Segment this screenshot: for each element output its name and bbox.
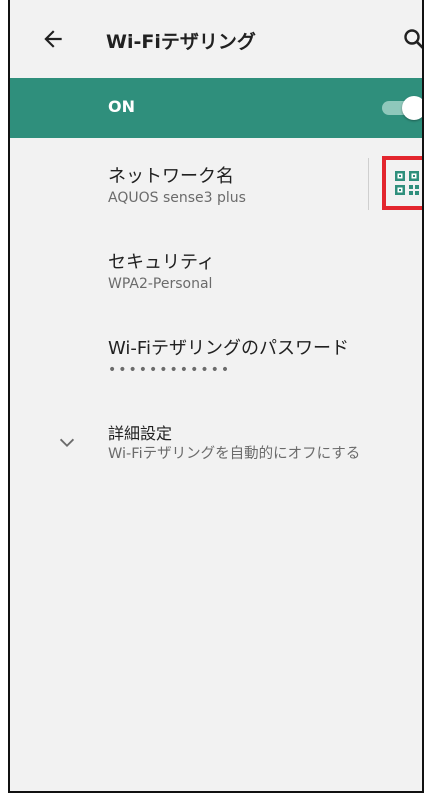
security-row[interactable]: セキュリティ WPA2-Personal — [10, 244, 422, 304]
password-value: •••••••••••• — [108, 362, 232, 378]
screen-frame: Wi-Fiテザリング ON ネットワーク名 AQUOS sense3 plus — [8, 0, 424, 793]
advanced-settings-row[interactable]: 詳細設定 Wi-Fiテザリングを自動的にオフにする — [10, 418, 422, 478]
master-toggle-bar[interactable]: ON — [10, 78, 422, 138]
password-row[interactable]: Wi-Fiテザリングのパスワード •••••••••••• — [10, 330, 422, 390]
switch-thumb — [402, 96, 422, 120]
arrow-left-icon[interactable] — [40, 26, 66, 52]
security-value: WPA2-Personal — [108, 276, 213, 292]
tethering-switch[interactable] — [382, 96, 422, 120]
advanced-value: Wi-Fiテザリングを自動的にオフにする — [108, 446, 361, 462]
qr-code-button[interactable] — [382, 156, 422, 210]
app-bar: Wi-Fiテザリング — [10, 0, 422, 78]
network-name-value: AQUOS sense3 plus — [108, 190, 246, 206]
network-name-row[interactable]: ネットワーク名 AQUOS sense3 plus — [10, 158, 422, 218]
toggle-state-label: ON — [108, 97, 135, 116]
search-icon[interactable] — [402, 27, 424, 51]
password-title: Wi-Fiテザリングのパスワード — [108, 338, 349, 359]
network-name-title: ネットワーク名 — [108, 166, 234, 187]
row-divider — [368, 158, 369, 210]
qr-code-icon — [395, 171, 419, 195]
page-title: Wi-Fiテザリング — [106, 31, 256, 53]
advanced-title: 詳細設定 — [108, 424, 173, 443]
security-title: セキュリティ — [108, 252, 215, 273]
